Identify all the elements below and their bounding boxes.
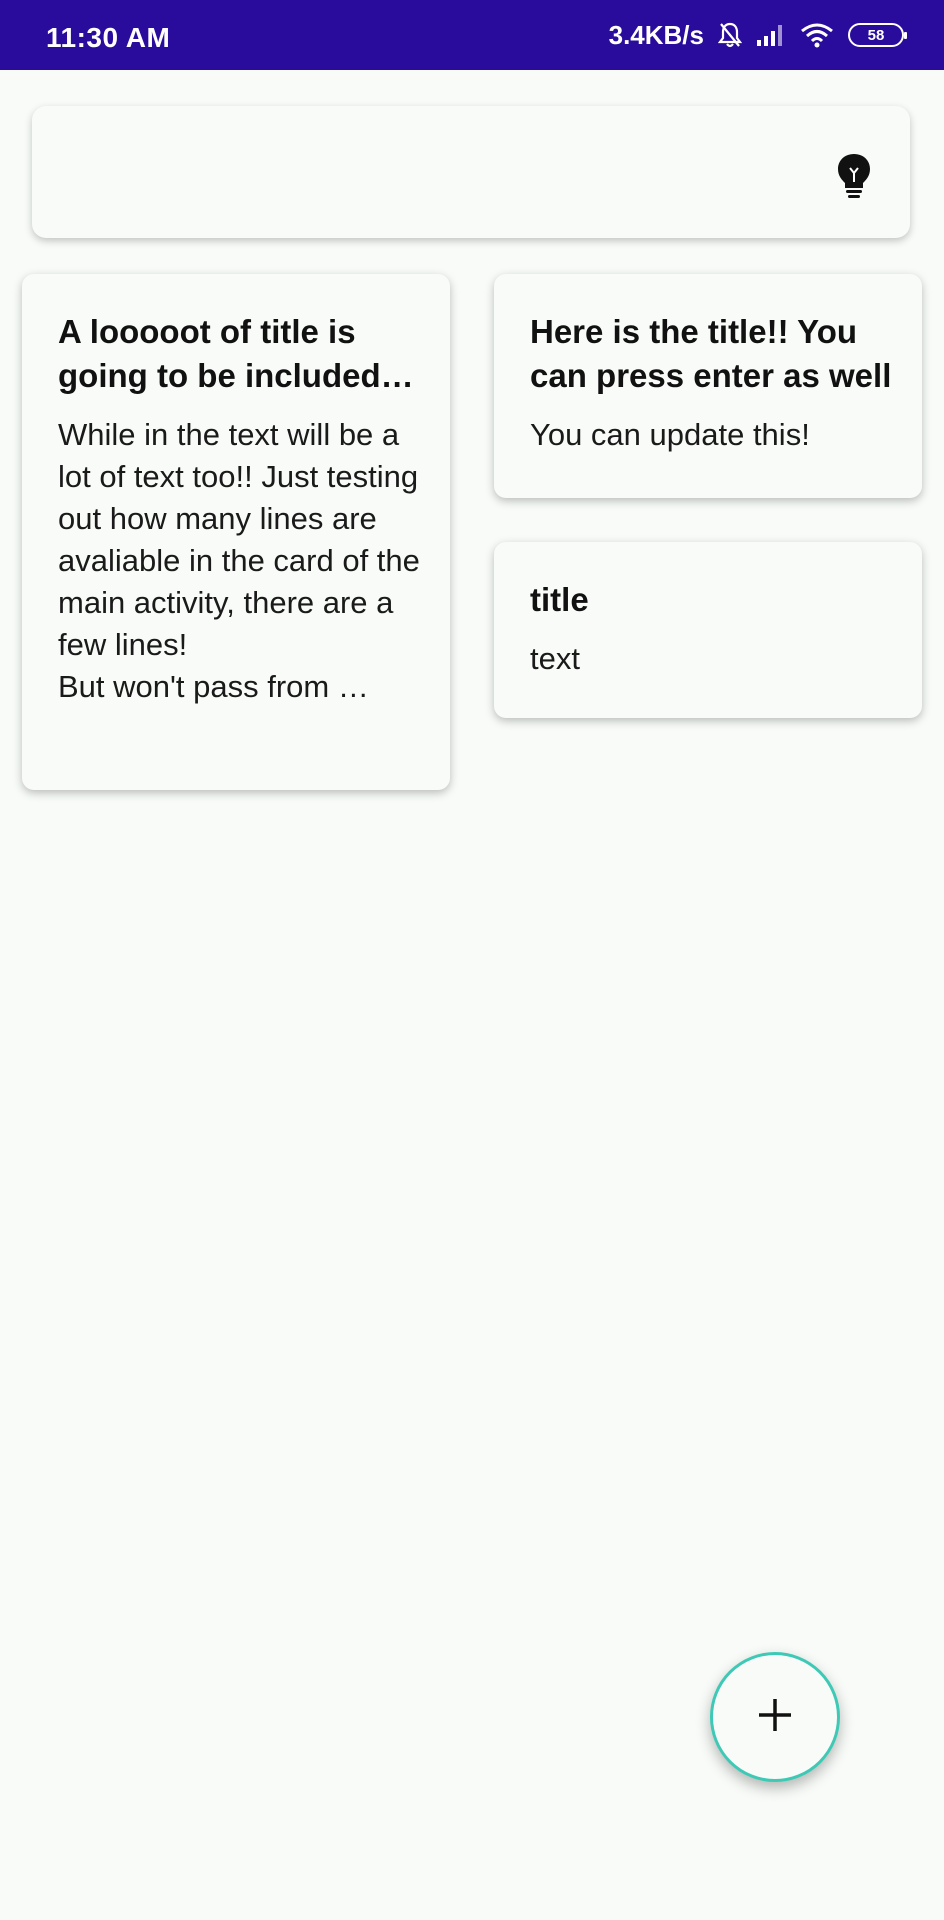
battery-level: 58: [867, 26, 885, 44]
battery-icon: 58: [848, 23, 907, 47]
lightbulb-icon[interactable]: [836, 152, 872, 200]
note-title: title: [530, 581, 589, 618]
note-card[interactable]: Here is the title!! You can press enter …: [494, 274, 922, 498]
wifi-icon: [800, 22, 834, 48]
bell-off-icon: [718, 21, 742, 49]
status-bar: 11:30 AM 3.4KB/s 58: [0, 0, 944, 70]
note-card[interactable]: title text: [494, 542, 922, 718]
note-text: text: [530, 641, 580, 676]
status-time: 11:30 AM: [46, 22, 171, 53]
note-title: Here is the title!! You can press enter …: [530, 313, 892, 394]
status-icons: 3.4KB/s 58: [608, 17, 907, 53]
note-card[interactable]: A looooot of title is going to be includ…: [22, 274, 450, 790]
plus-icon: [755, 1695, 795, 1740]
note-title: A looooot of title is going to be includ…: [58, 313, 420, 394]
network-speed: 3.4KB/s: [608, 19, 704, 50]
note-text: While in the text will be a lot of text …: [58, 417, 420, 704]
search-bar[interactable]: [32, 106, 910, 238]
add-note-button[interactable]: [710, 1652, 840, 1782]
note-text: You can update this!: [530, 417, 810, 452]
signal-icon: [756, 22, 786, 48]
